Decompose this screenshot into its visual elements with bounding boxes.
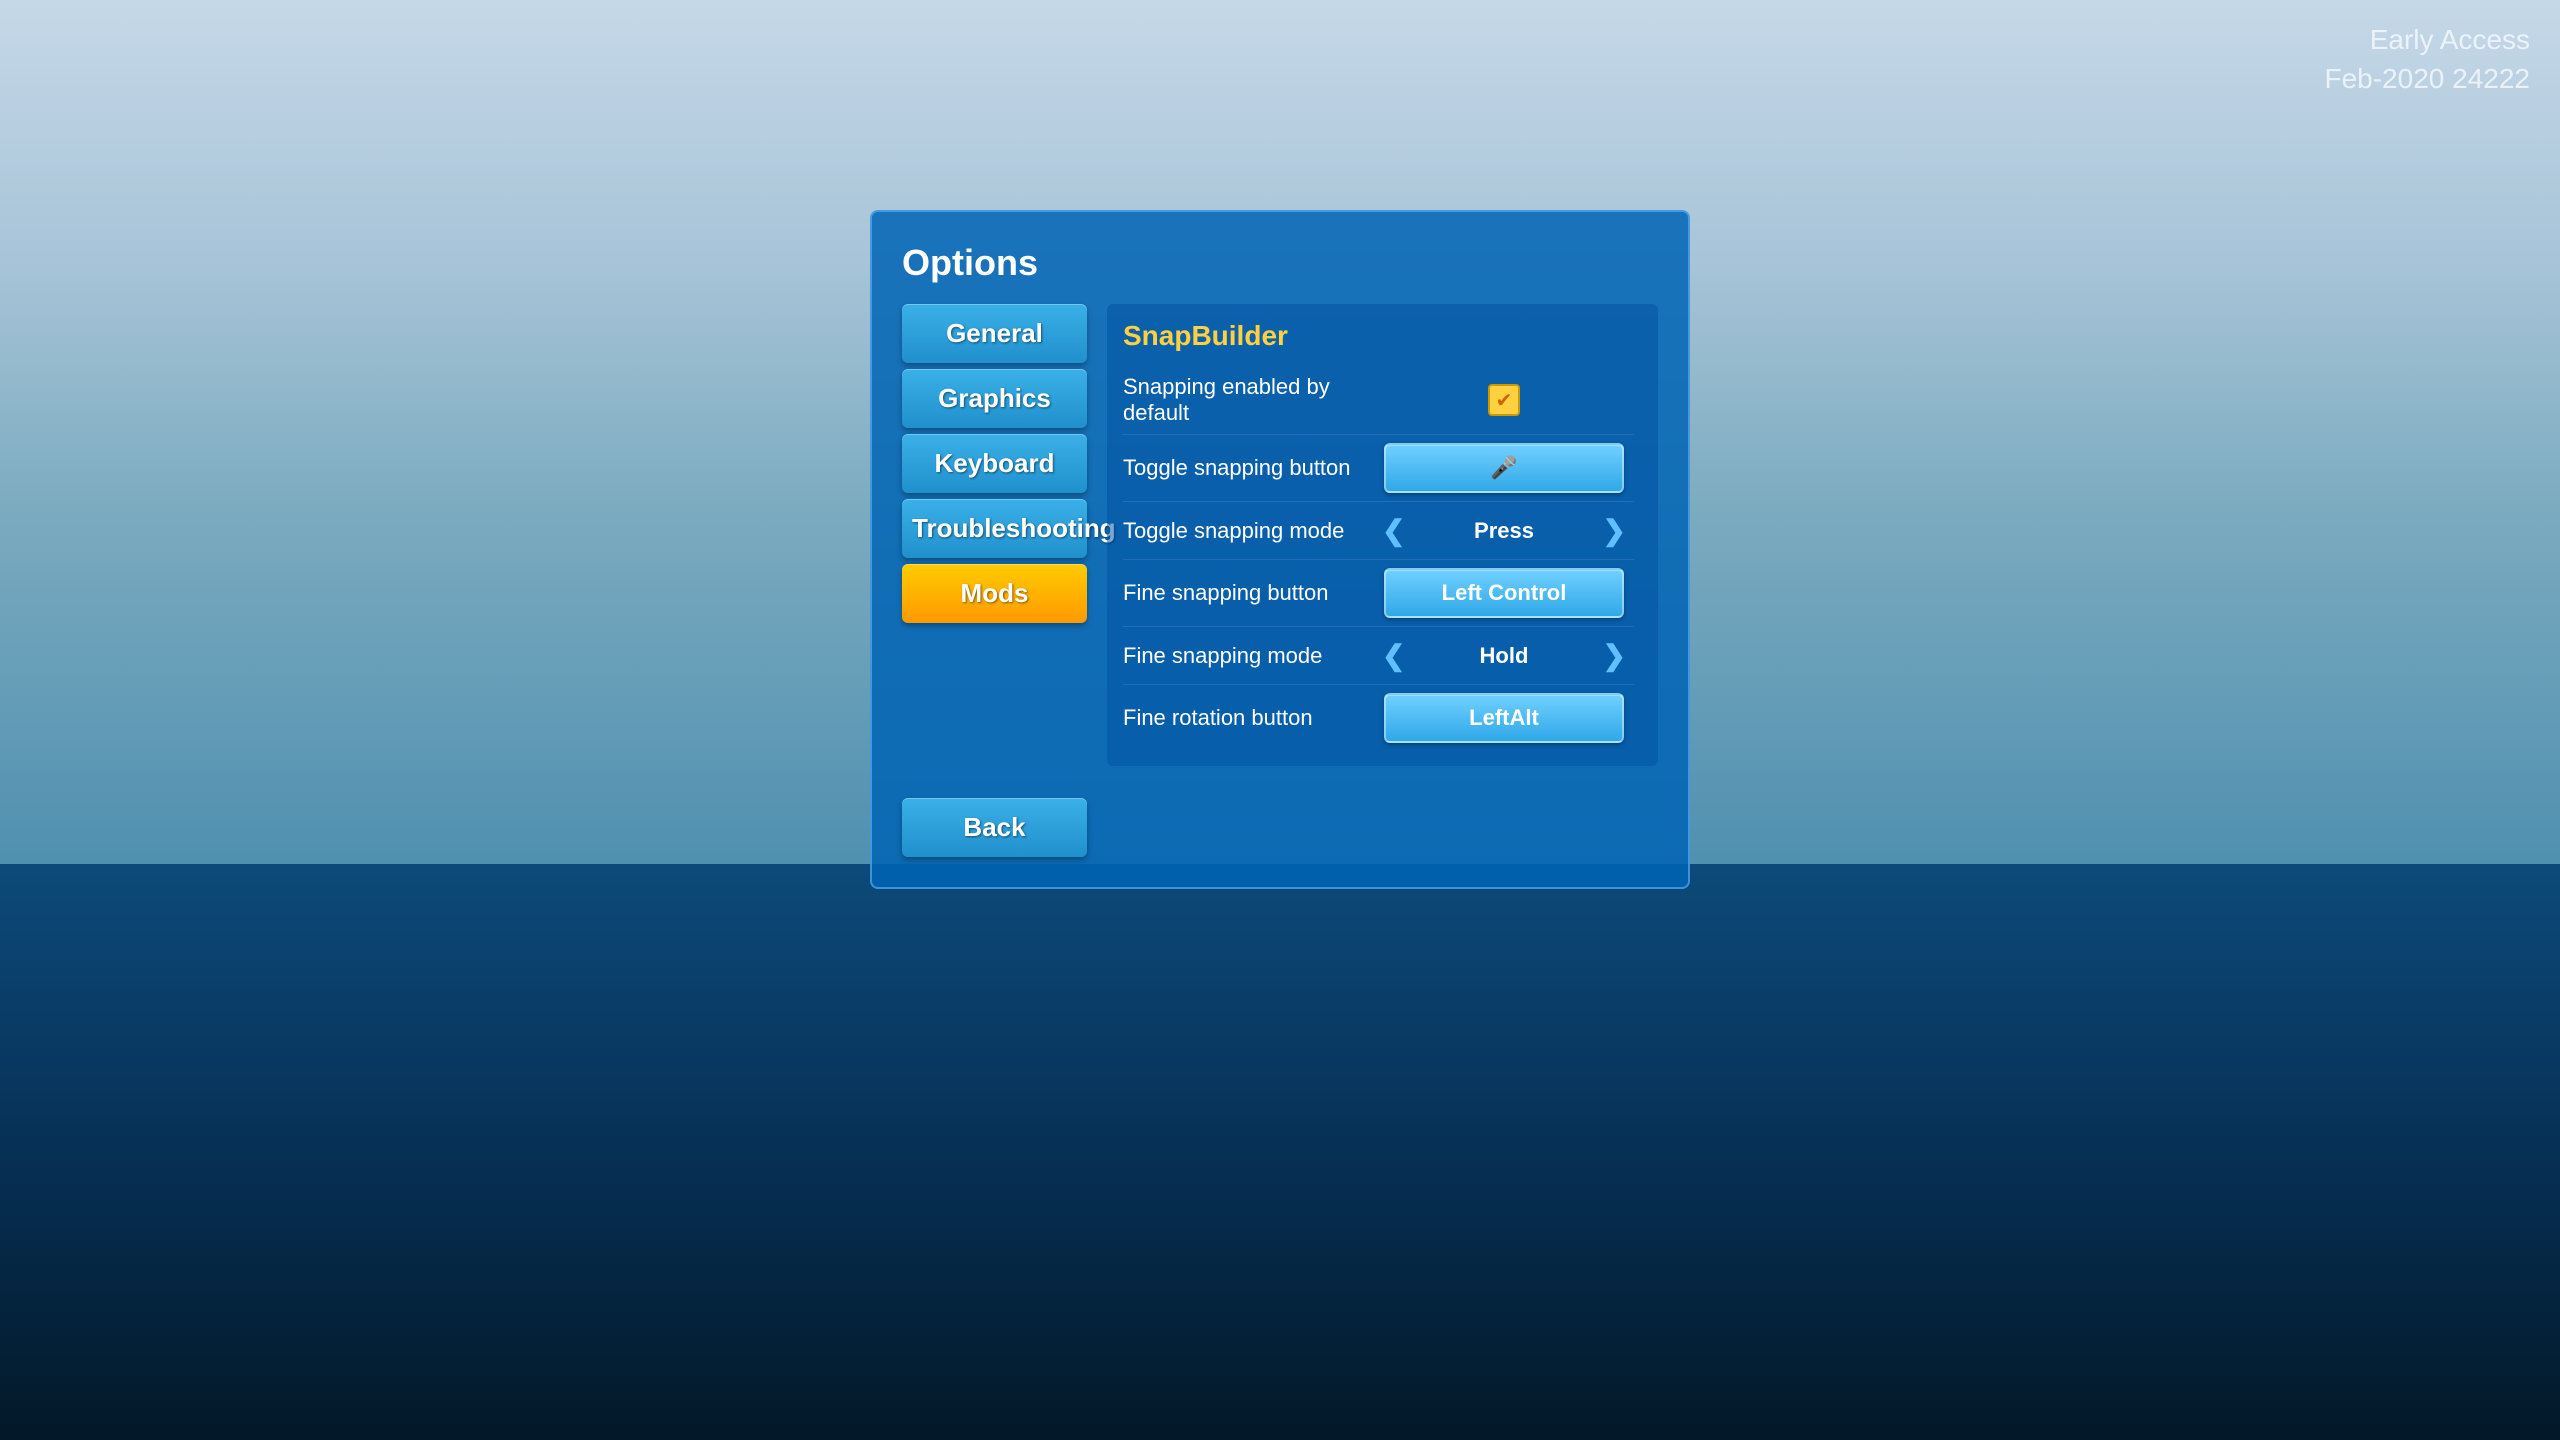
arrow-right-fine-snapping-mode[interactable]: ❯ [1595,635,1634,676]
arrow-left-fine-snapping-mode[interactable]: ❮ [1374,635,1413,676]
sidebar: General Graphics Keyboard Troubleshootin… [902,304,1087,766]
setting-fine-rotation-button: Fine rotation button LeftAlt [1123,685,1634,750]
setting-label-snapping-enabled: Snapping enabled by default [1123,374,1364,426]
mic-icon: 🎤 [1490,455,1517,480]
back-button[interactable]: Back [902,798,1087,857]
arrow-right-toggle-snapping-mode[interactable]: ❯ [1595,510,1634,551]
value-toggle-snapping-mode: Press [1421,518,1586,544]
setting-label-fine-snapping-mode: Fine snapping mode [1123,643,1364,669]
content-area: SnapBuilder Snapping enabled by default … [1107,304,1658,766]
version-text: Early Access Feb-2020 24222 [2324,20,2530,98]
control-toggle-snapping-mode: ❮ Press ❯ [1374,510,1634,551]
setting-toggle-snapping-mode: Toggle snapping mode ❮ Press ❯ [1123,502,1634,560]
control-fine-snapping-button: Left Control [1374,568,1634,618]
sidebar-item-mods[interactable]: Mods [902,564,1087,623]
setting-toggle-snapping-button: Toggle snapping button 🎤 [1123,435,1634,502]
sidebar-item-graphics[interactable]: Graphics [902,369,1087,428]
options-panel: Options General Graphics Keyboard Troubl… [870,210,1690,889]
control-fine-snapping-mode: ❮ Hold ❯ [1374,635,1634,676]
control-toggle-snapping-button: 🎤 [1374,443,1634,493]
options-body: General Graphics Keyboard Troubleshootin… [902,304,1658,766]
setting-label-toggle-snapping-mode: Toggle snapping mode [1123,518,1364,544]
section-title: SnapBuilder [1123,320,1634,352]
setting-label-fine-snapping-button: Fine snapping button [1123,580,1364,606]
content-scroll[interactable]: SnapBuilder Snapping enabled by default … [1123,320,1642,750]
keybind-toggle-snapping-button[interactable]: 🎤 [1384,443,1624,493]
setting-snapping-enabled: Snapping enabled by default ✔ [1123,366,1634,435]
options-title: Options [902,242,1658,284]
bottom-row: Back [902,778,1658,857]
background-ocean [0,864,2560,1440]
keybind-fine-rotation-button[interactable]: LeftAlt [1384,693,1624,743]
keybind-fine-snapping-button[interactable]: Left Control [1384,568,1624,618]
value-fine-snapping-mode: Hold [1421,643,1586,669]
setting-fine-snapping-mode: Fine snapping mode ❮ Hold ❯ [1123,627,1634,685]
setting-fine-snapping-button: Fine snapping button Left Control [1123,560,1634,627]
sidebar-item-general[interactable]: General [902,304,1087,363]
setting-label-toggle-snapping-button: Toggle snapping button [1123,455,1364,481]
control-snapping-enabled: ✔ [1374,384,1634,416]
control-fine-rotation-button: LeftAlt [1374,693,1634,743]
arrow-left-toggle-snapping-mode[interactable]: ❮ [1374,510,1413,551]
setting-label-fine-rotation-button: Fine rotation button [1123,705,1364,731]
sidebar-item-keyboard[interactable]: Keyboard [902,434,1087,493]
sidebar-item-troubleshooting[interactable]: Troubleshooting [902,499,1087,558]
checkbox-snapping-enabled[interactable]: ✔ [1488,384,1520,416]
